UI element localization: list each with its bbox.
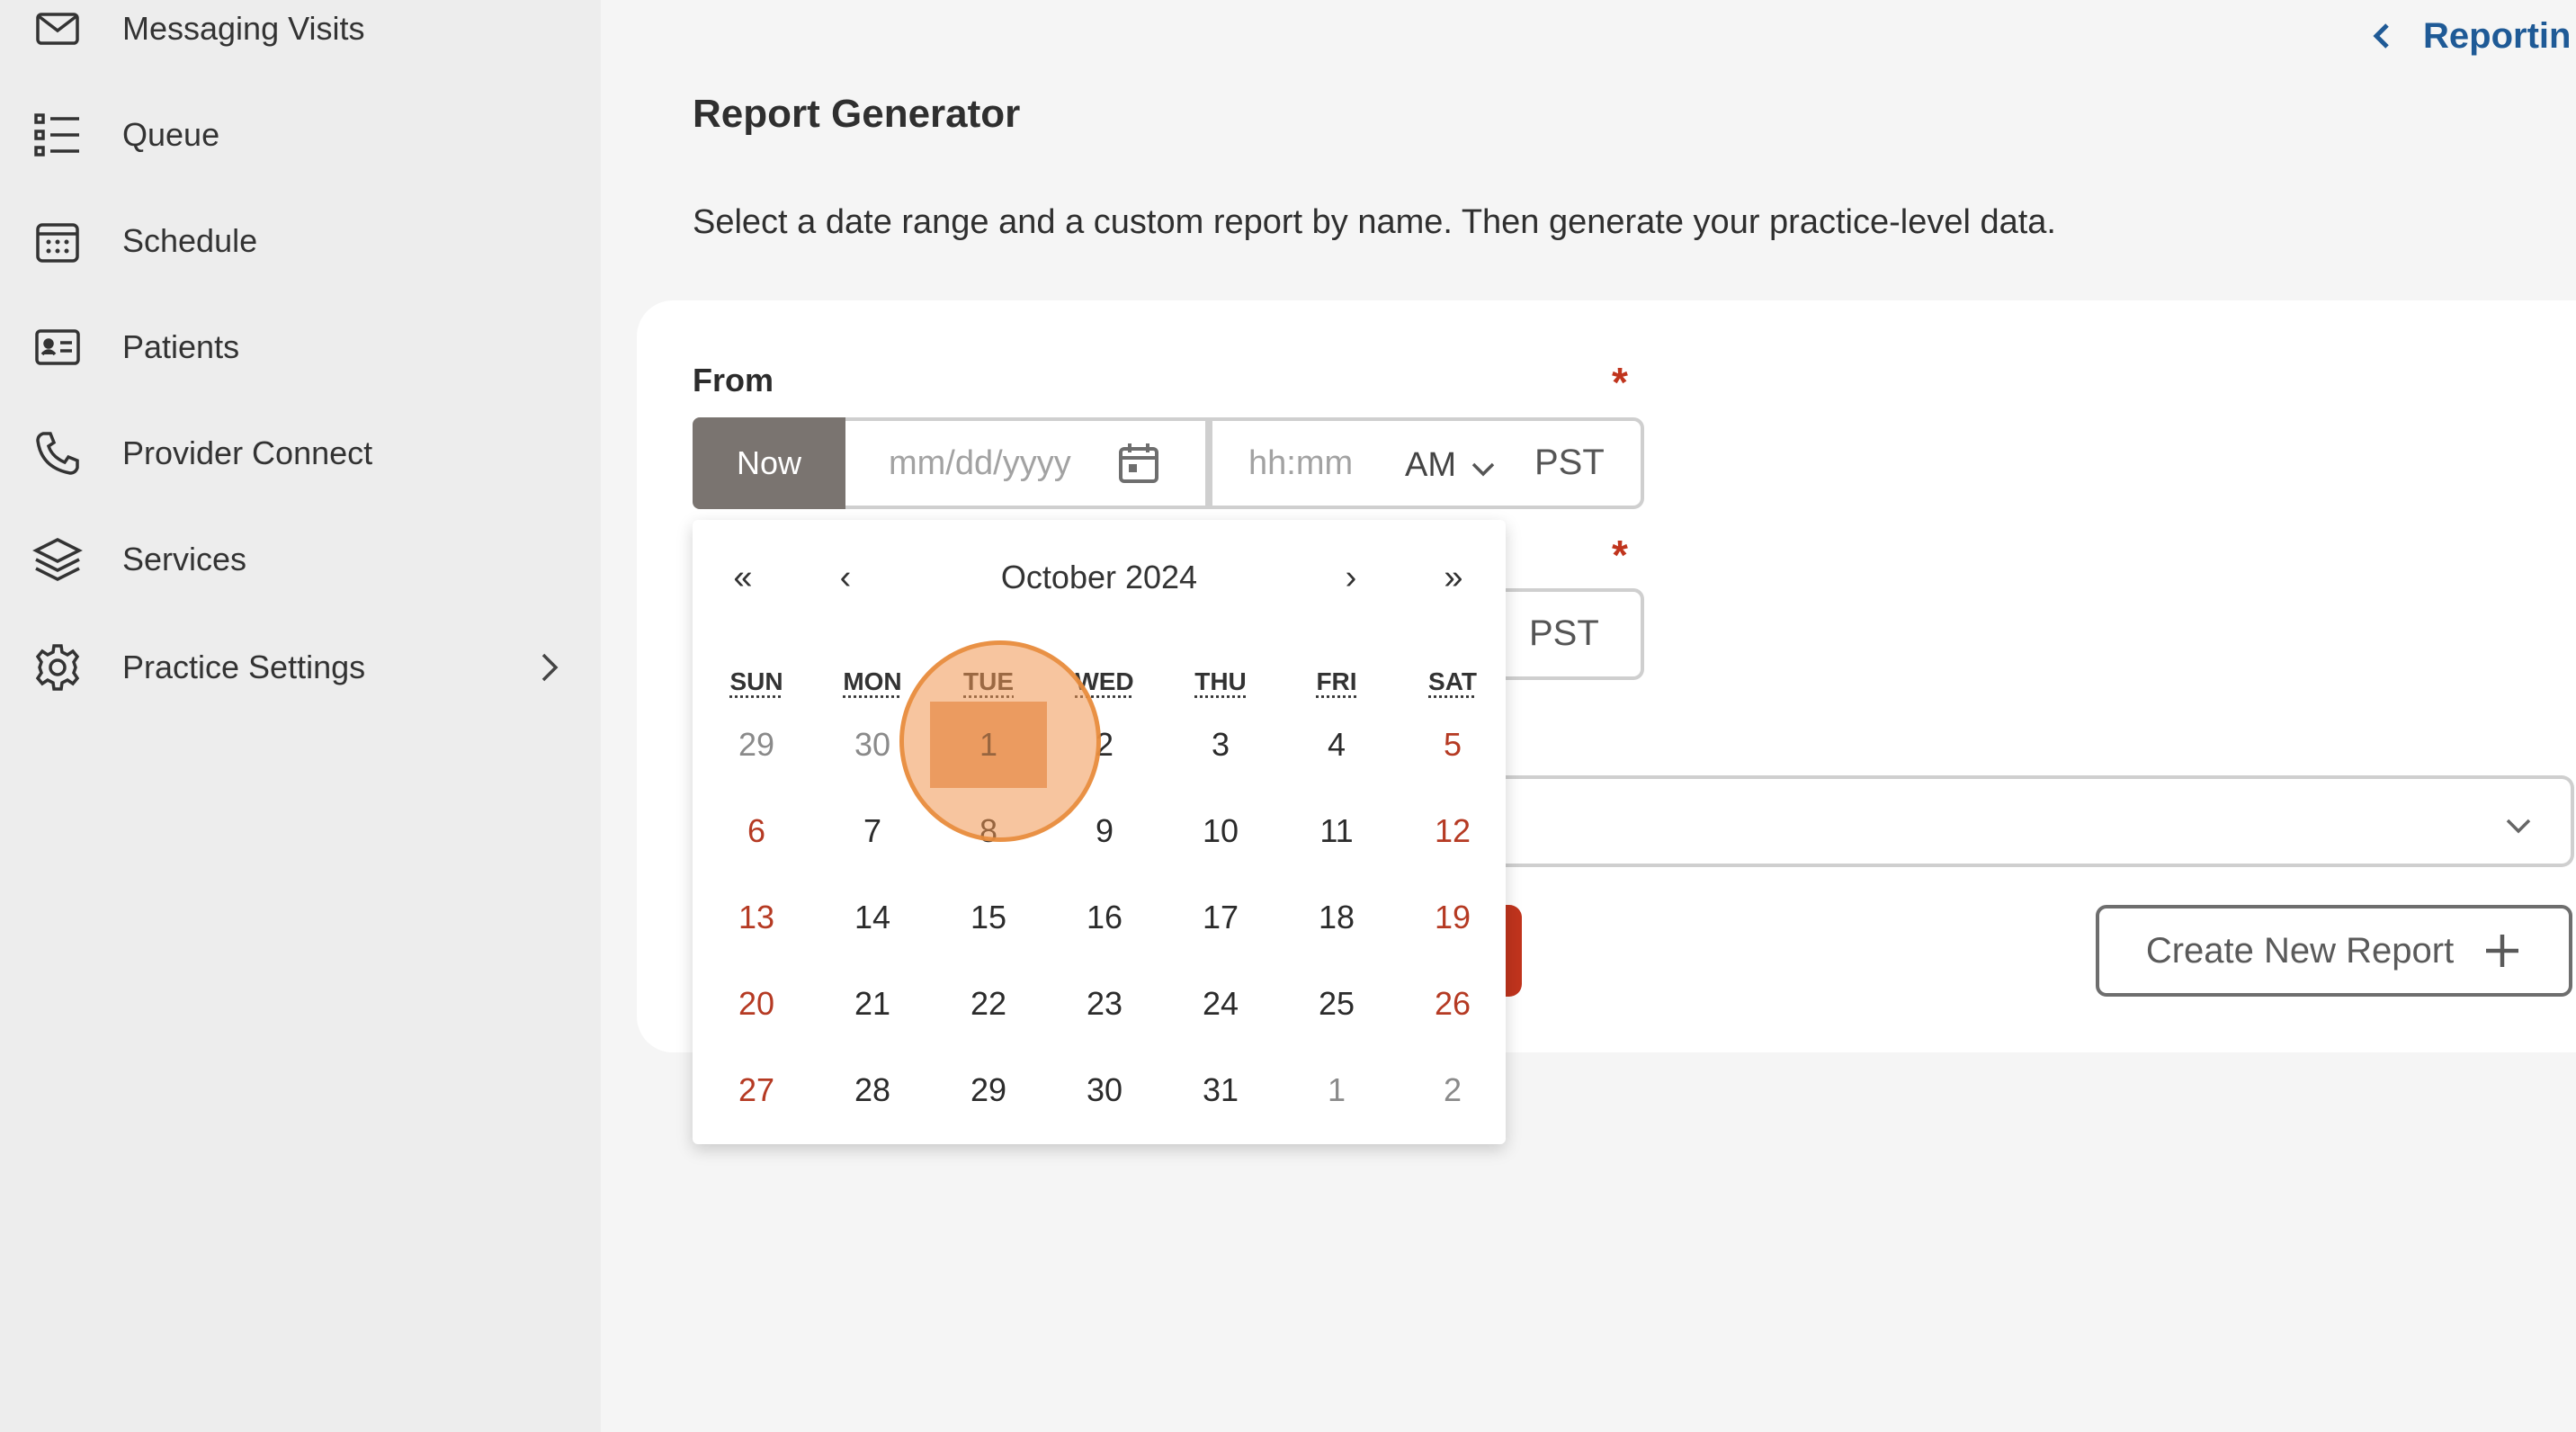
calendar-day[interactable]: 6: [698, 788, 815, 874]
envelope-icon: [32, 4, 83, 54]
calendar-day[interactable]: 12: [1394, 788, 1511, 874]
back-link-label: Reportin: [2423, 16, 2571, 57]
from-time-input[interactable]: hh:mm AM PST: [1209, 417, 1644, 509]
timezone-label: PST: [1529, 613, 1599, 654]
ampm-select[interactable]: AM: [1405, 446, 1456, 485]
calendar-day[interactable]: 29: [698, 702, 815, 788]
weekday-header: THU: [1162, 667, 1279, 696]
calendar-day[interactable]: 1: [1278, 1047, 1395, 1133]
date-placeholder: mm/dd/yyyy: [889, 444, 1071, 483]
sidebar-item-messaging-visits[interactable]: Messaging Visits: [0, 0, 601, 74]
now-button[interactable]: Now: [693, 417, 845, 509]
chevron-right-icon: [531, 649, 567, 685]
calendar-grid-icon: [32, 216, 83, 266]
calendar-day[interactable]: 9: [1046, 788, 1163, 874]
sidebar-item-services[interactable]: Services: [0, 515, 601, 604]
next-year-button[interactable]: »: [1427, 550, 1480, 604]
weekday-header: MON: [814, 667, 931, 696]
weekday-header: TUE: [930, 667, 1047, 696]
plus-icon: [2482, 931, 2522, 971]
calendar-day[interactable]: 31: [1162, 1047, 1279, 1133]
calendar-day[interactable]: 20: [698, 961, 815, 1047]
previous-month-button[interactable]: ‹: [818, 550, 872, 604]
weekday-header: FRI: [1278, 667, 1395, 696]
sidebar-item-schedule[interactable]: Schedule: [0, 196, 601, 286]
calendar-day[interactable]: 24: [1162, 961, 1279, 1047]
from-date-input[interactable]: mm/dd/yyyy: [845, 417, 1209, 509]
page-title: Report Generator: [693, 92, 1020, 137]
chevron-down-icon: [1468, 453, 1498, 484]
calendar-day[interactable]: 19: [1394, 874, 1511, 961]
phone-icon: [32, 428, 83, 479]
layers-icon: [32, 534, 83, 585]
date-picker-popup: October 2024 « ‹ › » SUN MON TUE WED THU FRI S…: [693, 520, 1506, 1144]
sidebar-item-label: Patients: [122, 328, 239, 366]
sidebar-item-practice-settings[interactable]: Practice Settings: [0, 622, 601, 712]
from-label: From: [693, 362, 774, 399]
calendar-day[interactable]: 1: [930, 702, 1047, 788]
sidebar-item-patients[interactable]: Patients: [0, 302, 601, 392]
weekday-header: WED: [1046, 667, 1163, 696]
calendar-day[interactable]: 30: [814, 702, 931, 788]
chevron-left-icon: [2366, 20, 2398, 52]
sidebar-item-label: Queue: [122, 116, 219, 154]
calendar-day[interactable]: 7: [814, 788, 931, 874]
chevron-down-icon: [2500, 808, 2536, 844]
calendar-day[interactable]: 2: [1046, 702, 1163, 788]
calendar-day[interactable]: 13: [698, 874, 815, 961]
next-month-button[interactable]: ›: [1324, 550, 1378, 604]
calendar-day[interactable]: 4: [1278, 702, 1395, 788]
calendar-day[interactable]: 8: [930, 788, 1047, 874]
calendar-day[interactable]: 30: [1046, 1047, 1163, 1133]
report-select[interactable]: [1475, 775, 2574, 867]
calendar-day[interactable]: 27: [698, 1047, 815, 1133]
calendar-day[interactable]: 26: [1394, 961, 1511, 1047]
page-description: Select a date range and a custom report …: [693, 203, 2056, 242]
previous-year-button[interactable]: «: [716, 550, 770, 604]
gear-icon: [32, 642, 83, 693]
sidebar: Messaging Visits Queue Schedule Patients…: [0, 0, 601, 1432]
sidebar-item-label: Messaging Visits: [122, 10, 364, 48]
calendar-day[interactable]: 28: [814, 1047, 931, 1133]
required-marker: *: [1612, 362, 1628, 403]
create-report-label: Create New Report: [2146, 931, 2454, 971]
calendar-day[interactable]: 5: [1394, 702, 1511, 788]
calendar-day[interactable]: 10: [1162, 788, 1279, 874]
calendar-day[interactable]: 11: [1278, 788, 1395, 874]
sidebar-item-label: Schedule: [122, 222, 257, 260]
calendar-day[interactable]: 18: [1278, 874, 1395, 961]
calendar-day[interactable]: 16: [1046, 874, 1163, 961]
sidebar-item-label: Practice Settings: [122, 649, 365, 686]
calendar-day[interactable]: 29: [930, 1047, 1047, 1133]
sidebar-item-label: Services: [122, 541, 246, 578]
id-card-icon: [32, 322, 83, 372]
sidebar-item-label: Provider Connect: [122, 434, 372, 472]
calendar-day[interactable]: 15: [930, 874, 1047, 961]
calendar-day[interactable]: 3: [1162, 702, 1279, 788]
calendar-day[interactable]: 17: [1162, 874, 1279, 961]
time-placeholder: hh:mm: [1248, 444, 1353, 483]
calendar-day[interactable]: 21: [814, 961, 931, 1047]
sidebar-item-provider-connect[interactable]: Provider Connect: [0, 408, 601, 498]
list-icon: [32, 110, 83, 160]
required-marker: *: [1612, 534, 1628, 576]
calendar-day[interactable]: 25: [1278, 961, 1395, 1047]
timezone-label: PST: [1534, 443, 1605, 483]
calendar-month-label: October 2024: [693, 550, 1506, 604]
create-new-report-button[interactable]: Create New Report: [2096, 905, 2572, 997]
calendar-icon[interactable]: [1115, 440, 1162, 487]
calendar-day[interactable]: 23: [1046, 961, 1163, 1047]
weekday-header: SAT: [1394, 667, 1511, 696]
reporting-back-link[interactable]: Reportin: [2366, 9, 2571, 63]
calendar-day[interactable]: 2: [1394, 1047, 1511, 1133]
sidebar-item-queue[interactable]: Queue: [0, 90, 601, 180]
weekday-header: SUN: [698, 667, 815, 696]
calendar-day[interactable]: 22: [930, 961, 1047, 1047]
calendar-day[interactable]: 14: [814, 874, 931, 961]
